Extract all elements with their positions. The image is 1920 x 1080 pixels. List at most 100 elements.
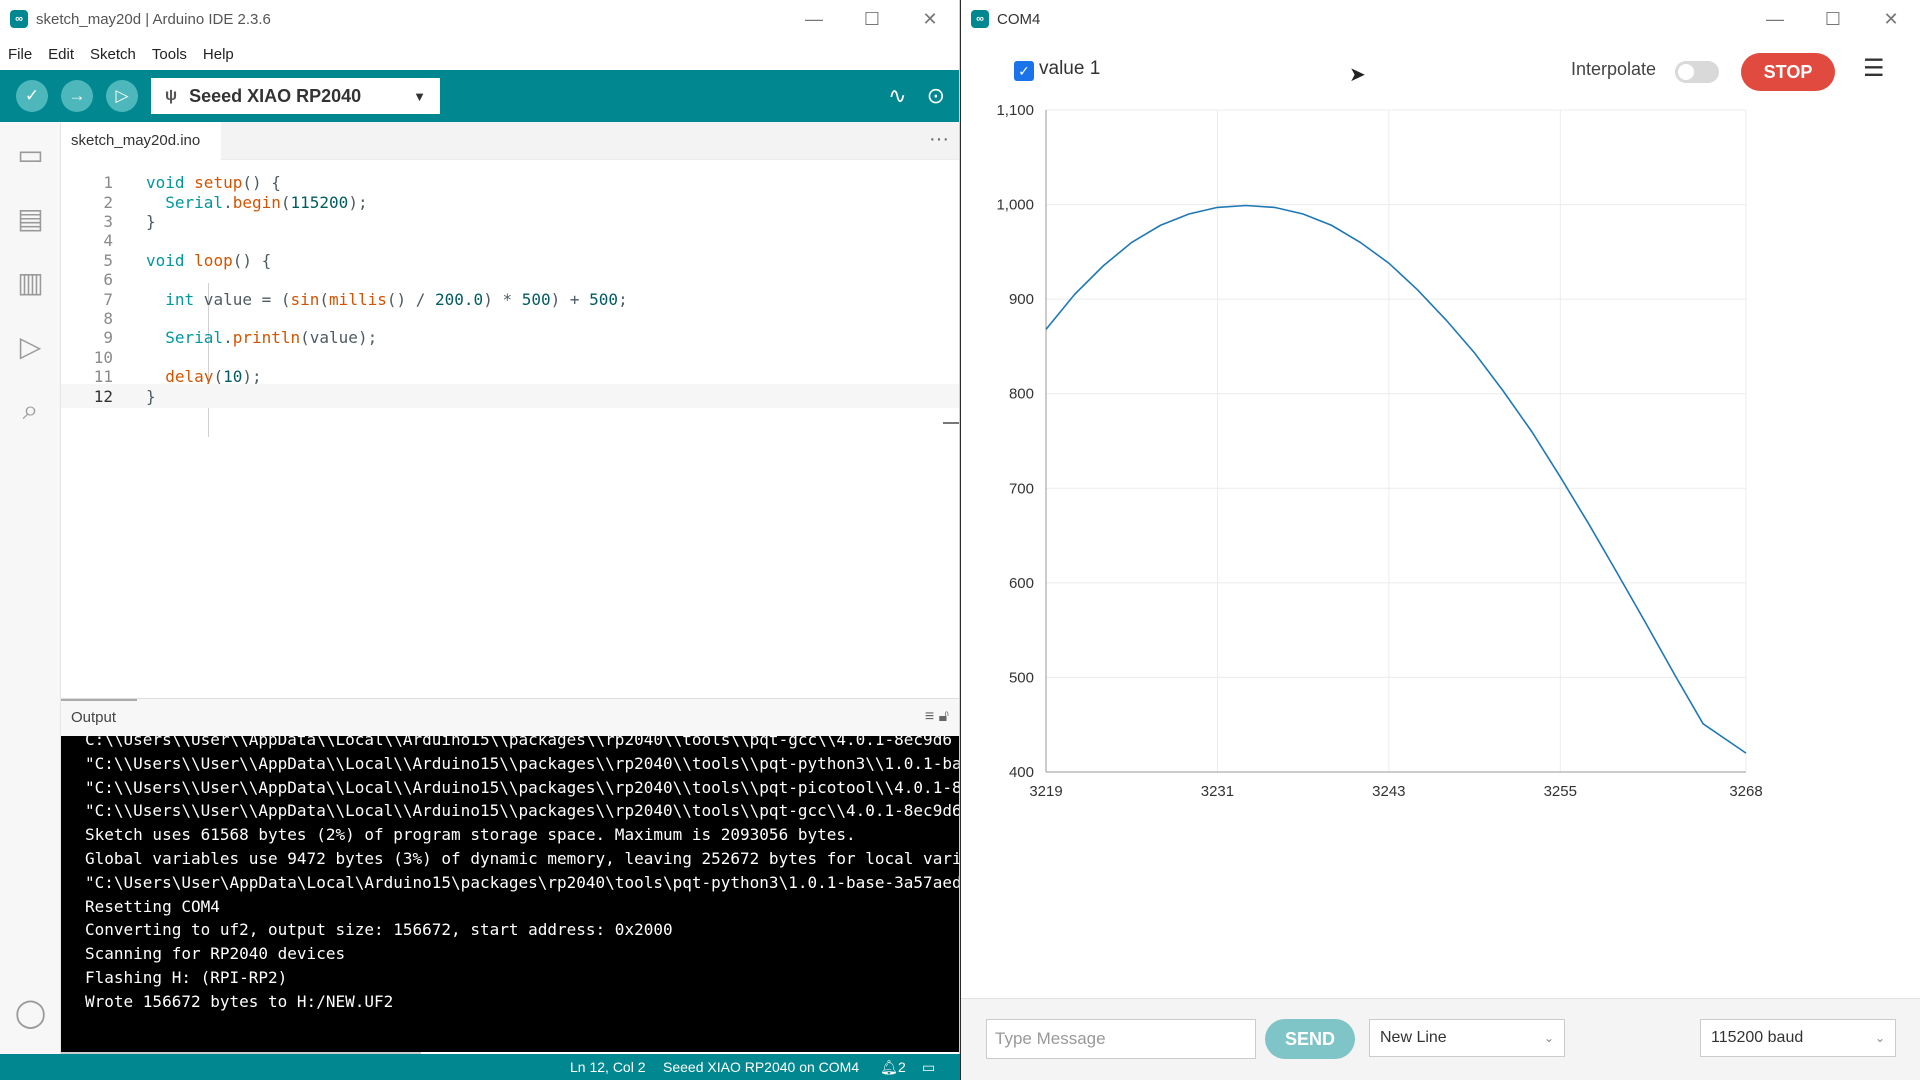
- board-name: Seeed XIAO RP2040: [189, 85, 362, 106]
- code-text: delay(10);: [165, 366, 262, 386]
- console-line: Resetting COM4: [85, 896, 220, 916]
- message-input[interactable]: [986, 1019, 1256, 1059]
- stop-button[interactable]: STOP: [1741, 53, 1835, 91]
- y-tick-label: 500: [1009, 669, 1034, 686]
- output-label: Output: [71, 709, 117, 726]
- line-number: 9: [103, 327, 113, 347]
- board-selector[interactable]: ψ Seeed XIAO RP2040 ▼: [151, 78, 440, 114]
- line-number: 4: [103, 230, 113, 250]
- arduino-logo-icon: ∞: [10, 10, 28, 28]
- minimize-icon[interactable]: —: [1746, 0, 1804, 38]
- chevron-down-icon: ⌄: [1543, 1031, 1554, 1045]
- console-line: "C:\\Users\\User\\AppData\\Local\\Arduin…: [85, 801, 959, 821]
- editor-tabbar: sketch_may20d.ino ···: [61, 122, 959, 160]
- console-line: Converting to uf2, output size: 156672, …: [85, 920, 673, 940]
- y-tick-label: 700: [1009, 480, 1034, 497]
- debug-button[interactable]: ▷: [106, 80, 138, 112]
- boards-manager-icon[interactable]: ▤: [0, 186, 61, 250]
- console-line: Sketch uses 61568 bytes (2%) of program …: [85, 825, 856, 845]
- x-tick-label: 3219: [1029, 783, 1062, 800]
- maximize-icon[interactable]: ☐: [1804, 0, 1862, 38]
- series-line-value-1: [1045, 204, 1747, 754]
- notification-count: 2: [898, 1059, 906, 1075]
- board-port-status[interactable]: Seeed XIAO RP2040 on COM4: [663, 1059, 859, 1075]
- maximize-icon[interactable]: ☐: [843, 0, 901, 38]
- tab-sketch[interactable]: sketch_may20d.ino: [61, 122, 221, 160]
- output-console: C:\\Users\\User\\AppData\\Local\\Arduino…: [61, 736, 959, 1052]
- ide-titlebar: ∞ sketch_may20d | Arduino IDE 2.3.6 — ☐ …: [0, 0, 959, 38]
- menu-help[interactable]: Help: [203, 46, 234, 63]
- code-text: Serial.println(value);: [165, 327, 378, 347]
- more-icon[interactable]: ···: [929, 128, 949, 151]
- editor-scrollbar[interactable]: [943, 422, 959, 424]
- console-line: C:\\Users\\User\\AppData\\Local\\Arduino…: [85, 736, 952, 749]
- activity-sidebar: ▭ ▤ ▥ ▷ ⌕ ◯: [0, 122, 61, 1080]
- search-icon[interactable]: ⌕: [0, 378, 61, 442]
- menu-sketch[interactable]: Sketch: [90, 46, 136, 63]
- x-tick-label: 3255: [1544, 783, 1577, 800]
- line-ending-select[interactable]: New Line ⌄: [1369, 1019, 1565, 1057]
- minimize-icon[interactable]: —: [785, 0, 843, 38]
- line-number: 12: [93, 386, 113, 406]
- cursor-position[interactable]: Ln 12, Col 2: [570, 1059, 646, 1075]
- panel-toggle-icon[interactable]: ▭: [922, 1059, 935, 1076]
- serial-plotter-icon[interactable]: ∿: [888, 83, 906, 109]
- serial-monitor-icon[interactable]: ⊙: [927, 83, 945, 109]
- lock-icon[interactable]: 🔓︎: [939, 708, 949, 725]
- clear-output-icon[interactable]: ≡: [925, 708, 934, 725]
- menu-tools[interactable]: Tools: [152, 46, 187, 63]
- x-tick-label: 3268: [1729, 783, 1762, 800]
- code-editor[interactable]: 1 void setup() {2 Serial.begin(115200); 3}…: [61, 160, 959, 696]
- menu-edit[interactable]: Edit: [48, 46, 74, 63]
- series-label: value 1: [1039, 58, 1101, 79]
- console-line: Flashing H: (RPI-RP2): [85, 967, 288, 987]
- menu-file[interactable]: File: [8, 46, 32, 63]
- series-checkbox[interactable]: ✓: [1014, 61, 1034, 81]
- notification-icon[interactable]: 🔔︎: [880, 1059, 898, 1076]
- y-tick-label: 1,000: [996, 197, 1034, 214]
- interpolate-toggle[interactable]: [1675, 61, 1719, 83]
- y-tick-label: 600: [1009, 575, 1034, 592]
- baud-select[interactable]: 115200 baud ⌄: [1700, 1019, 1896, 1057]
- interpolate-label: Interpolate: [1571, 59, 1657, 79]
- library-icon[interactable]: ▥: [0, 250, 61, 314]
- close-icon[interactable]: ✕: [901, 0, 959, 38]
- folder-icon[interactable]: ▭: [0, 122, 61, 186]
- verify-button[interactable]: ✓: [16, 80, 48, 112]
- status-bar: Ln 12, Col 2 Seeed XIAO RP2040 on COM4 🔔…: [0, 1054, 960, 1080]
- line-number: 11: [93, 366, 113, 386]
- clear-menu-icon[interactable]: ☰: [1863, 54, 1885, 83]
- output-panel-header: Output ≡ 🔓︎: [61, 698, 959, 736]
- console-line: Wrote 156672 bytes to H:/NEW.UF2: [85, 991, 394, 1011]
- y-tick-label: 900: [1009, 291, 1034, 308]
- y-tick-label: 400: [1009, 764, 1034, 781]
- console-line: Global variables use 9472 bytes (3%) of …: [85, 848, 959, 868]
- console-line: "C:\Users\User\AppData\Local\Arduino15\p…: [85, 872, 959, 892]
- code-text: }: [146, 386, 156, 406]
- line-number: 1: [103, 172, 113, 192]
- send-button[interactable]: SEND: [1265, 1019, 1355, 1059]
- x-tick-label: 3243: [1372, 783, 1405, 800]
- chevron-down-icon: ▼: [413, 88, 426, 104]
- mouse-cursor-icon: ➤: [1349, 64, 1366, 86]
- plotter-titlebar: ∞ COM4 — ☐ ✕: [961, 0, 1920, 38]
- serial-plotter-window: ∞ COM4 — ☐ ✕ ✓ value 1 ➤ Interpolate STO…: [961, 0, 1920, 1080]
- code-text: void setup() {: [146, 172, 281, 192]
- plotter-footer: SEND New Line ⌄ 115200 baud ⌄: [961, 998, 1920, 1080]
- menu-bar: File Edit Sketch Tools Help: [0, 38, 959, 70]
- upload-button[interactable]: →: [61, 80, 93, 112]
- x-tick-label: 3231: [1201, 783, 1234, 800]
- code-line[interactable]: 12}: [61, 384, 959, 408]
- baud-value: 115200 baud: [1711, 1029, 1804, 1046]
- chevron-down-icon: ⌄: [1874, 1031, 1885, 1045]
- window-title: sketch_may20d | Arduino IDE 2.3.6: [36, 10, 271, 28]
- account-icon[interactable]: ◯: [0, 980, 61, 1044]
- arduino-logo-icon: ∞: [971, 10, 989, 28]
- close-icon[interactable]: ✕: [1862, 0, 1920, 38]
- line-ending-value: New Line: [1380, 1029, 1447, 1046]
- usb-icon: ψ: [165, 87, 178, 104]
- plot-chart: 1,100 1,000 900 800 700 600 500 400 3219 3231 3243…: [996, 102, 1762, 800]
- line-number: 6: [103, 269, 113, 289]
- debug-icon[interactable]: ▷: [0, 314, 61, 378]
- console-line: Scanning for RP2040 devices: [85, 944, 346, 964]
